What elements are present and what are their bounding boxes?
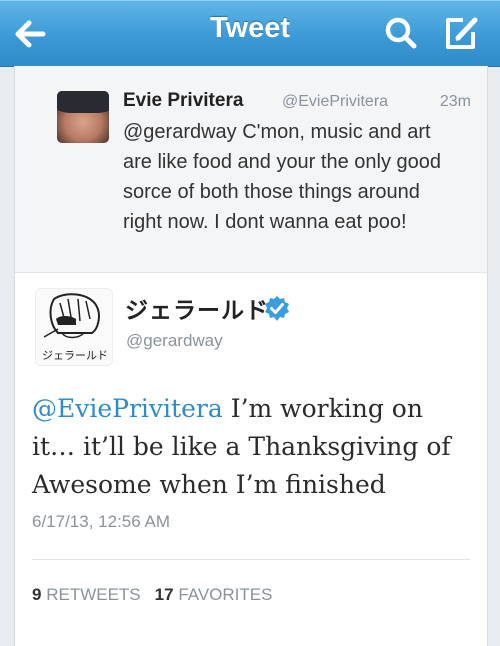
- retweets-count: 9: [32, 585, 42, 604]
- mention-link[interactable]: @EviePrivitera: [32, 394, 223, 423]
- compose-icon[interactable]: [441, 14, 481, 54]
- author-name[interactable]: ジェラールド: [125, 291, 269, 325]
- navigation-bar: Tweet: [0, 0, 500, 67]
- favorites-stat[interactable]: 17 FAVORITES: [155, 585, 273, 604]
- retweets-stat[interactable]: 9 RETWEETS: [32, 585, 141, 604]
- divider: [32, 559, 470, 560]
- tweet-timestamp: 6/17/13, 12:56 AM: [32, 512, 170, 531]
- avatar[interactable]: [57, 91, 109, 143]
- verified-badge-icon: [263, 295, 291, 328]
- avatar[interactable]: ジェラールド: [35, 288, 113, 366]
- tweet-stats: 9 RETWEETS 17 FAVORITES: [32, 585, 272, 605]
- avatar-caption: ジェラールド: [42, 349, 108, 362]
- favorites-label: FAVORITES: [178, 585, 273, 604]
- reply-tweet-text: @gerardway C'mon, music and art are like…: [123, 121, 441, 233]
- page-title: Tweet: [209, 12, 291, 44]
- author-handle[interactable]: @gerardway: [126, 331, 223, 351]
- in-reply-to-tweet[interactable]: Evie Privitera @EviePrivitera 23m @gerar…: [15, 66, 487, 273]
- retweets-label: RETWEETS: [46, 585, 141, 604]
- reply-author-name[interactable]: Evie Privitera: [123, 90, 243, 112]
- tweet-text: @EviePrivitera I’m working on it… it’ll …: [32, 390, 472, 504]
- tweet-detail-card: Evie Privitera @EviePrivitera 23m @gerar…: [14, 66, 488, 646]
- reply-timestamp: 23m: [439, 93, 471, 110]
- reply-author-handle[interactable]: @EviePrivitera: [282, 93, 388, 111]
- search-icon[interactable]: [381, 14, 421, 54]
- favorites-count: 17: [154, 585, 174, 604]
